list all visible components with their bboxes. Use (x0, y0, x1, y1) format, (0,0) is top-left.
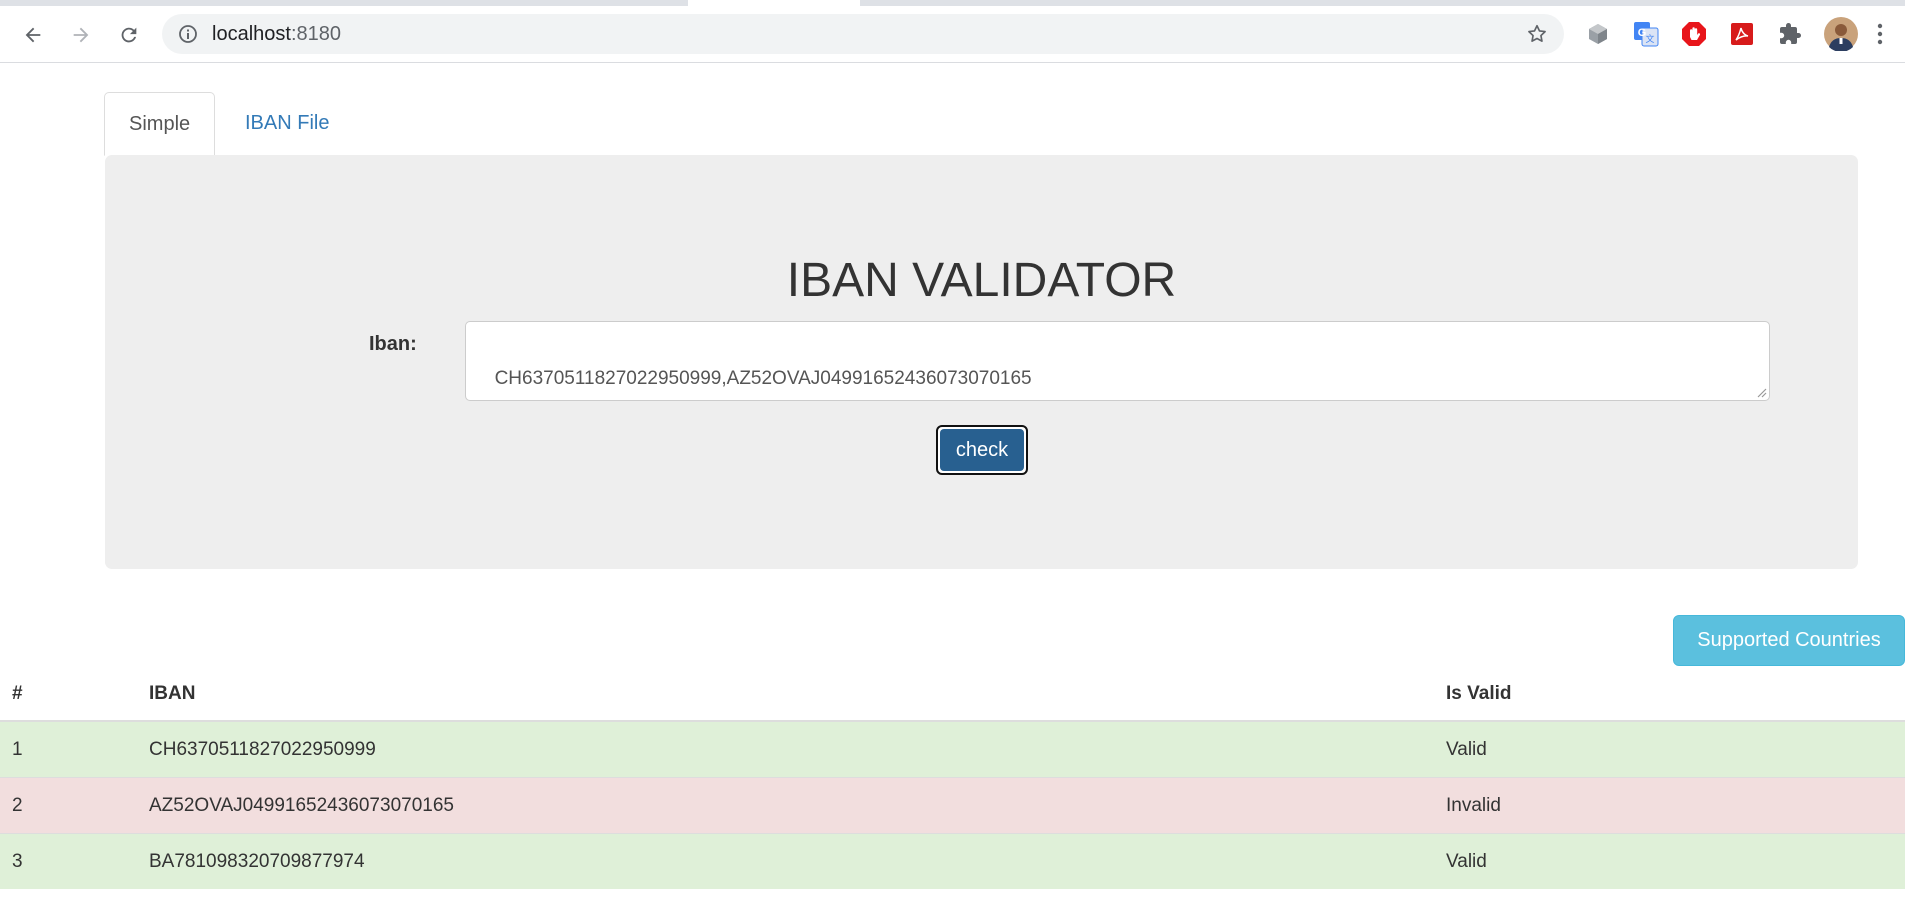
pdf-icon[interactable] (1728, 20, 1756, 48)
tab-simple[interactable]: Simple (104, 92, 216, 156)
column-header-index: # (0, 668, 137, 722)
google-translate-icon[interactable]: G文 (1632, 20, 1660, 48)
puzzle-extensions-icon[interactable] (1776, 20, 1804, 48)
adblock-icon[interactable] (1680, 20, 1708, 48)
row-status: Valid (1434, 833, 1905, 889)
iban-textarea-value: CH6370511827022950999,AZ52OVAJ0499165243… (484, 368, 1032, 400)
info-icon[interactable] (178, 24, 198, 44)
column-header-iban: IBAN (137, 668, 1434, 722)
table-row: 2 AZ52OVAJ04991652436073070165 Invalid (0, 777, 1905, 834)
row-iban: AZ52OVAJ04991652436073070165 (137, 777, 1434, 834)
page-title: IBAN VALIDATOR (786, 254, 1177, 307)
table-row: 1 CH6370511827022950999 Valid (0, 720, 1905, 778)
iban-label: Iban: (369, 333, 417, 355)
url-text: localhost:8180 (212, 24, 341, 44)
resize-grip-icon[interactable] (1755, 386, 1767, 398)
table-header-row: # IBAN Is Valid (0, 668, 1905, 722)
reload-icon[interactable] (112, 18, 146, 52)
supported-countries-button[interactable]: Supported Countries (1673, 615, 1905, 666)
check-button[interactable]: check (936, 425, 1028, 475)
forward-arrow-icon[interactable] (64, 18, 98, 52)
column-header-is-valid: Is Valid (1434, 668, 1905, 722)
tab-iban-file[interactable]: IBAN File (221, 92, 353, 154)
bookmark-star-icon[interactable] (1526, 23, 1548, 45)
check-button-label: check (940, 429, 1024, 471)
url-host: localhost (212, 23, 291, 45)
extension-cube-icon[interactable] (1584, 20, 1612, 48)
row-status: Valid (1434, 720, 1905, 778)
row-iban: BA781098320709877974 (137, 833, 1434, 889)
svg-text:文: 文 (1645, 33, 1654, 45)
row-iban: CH6370511827022950999 (137, 720, 1434, 778)
results-table: # IBAN Is Valid 1 CH6370511827022950999 … (0, 668, 1905, 889)
table-row: 3 BA781098320709877974 Valid (0, 833, 1905, 889)
row-status: Invalid (1434, 777, 1905, 834)
page-tabs: Simple IBAN File (104, 92, 1814, 156)
back-arrow-icon[interactable] (16, 18, 50, 52)
menu-kebab-icon[interactable] (1870, 20, 1890, 48)
address-bar[interactable]: localhost:8180 (162, 14, 1564, 54)
row-index: 2 (0, 777, 137, 834)
profile-avatar[interactable] (1824, 17, 1858, 51)
row-index: 3 (0, 833, 137, 889)
url-port: :8180 (290, 23, 341, 45)
row-index: 1 (0, 720, 137, 778)
iban-textarea[interactable]: CH6370511827022950999,AZ52OVAJ0499165243… (465, 321, 1770, 401)
browser-toolbar: localhost:8180 G文 (0, 6, 1905, 63)
